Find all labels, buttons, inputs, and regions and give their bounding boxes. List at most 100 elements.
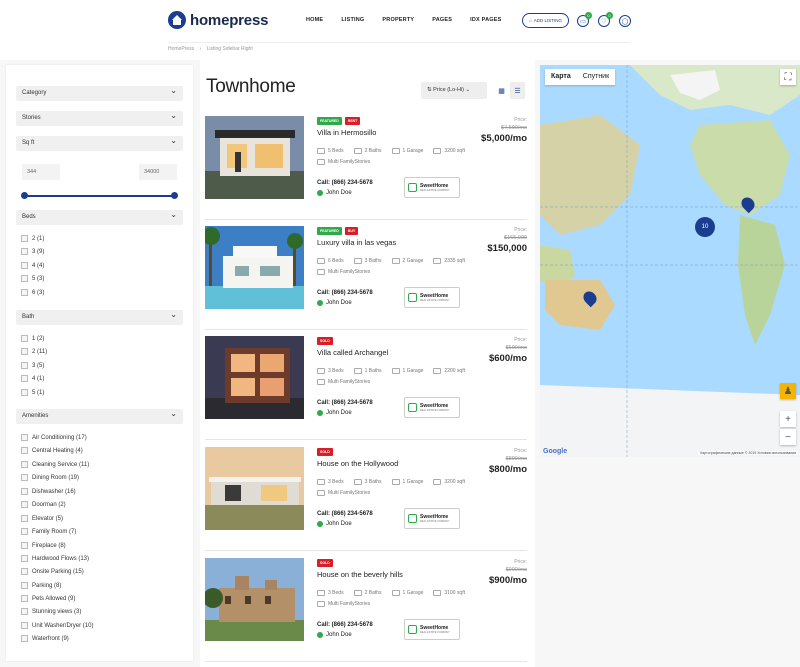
breadcrumb-home[interactable]: HomePress bbox=[168, 46, 194, 52]
checkbox[interactable] bbox=[21, 568, 28, 575]
amenity-option[interactable]: Pets Allowed (9) bbox=[21, 595, 75, 602]
map-cluster-marker[interactable]: 10 bbox=[695, 217, 715, 237]
checkbox[interactable] bbox=[21, 542, 28, 549]
sort-select[interactable]: ⇅ Price (Lo-Hi) ⌄ bbox=[421, 82, 487, 99]
checkbox[interactable] bbox=[21, 235, 28, 242]
sqft-max-input[interactable]: 34000 bbox=[139, 164, 177, 180]
listing-card[interactable]: SOLD House on the Hollywood 3 Beds 3 Bat… bbox=[205, 441, 527, 551]
amenity-option[interactable]: Central Heating (4) bbox=[21, 447, 83, 454]
messages-button[interactable]: ▭ 0 bbox=[577, 12, 592, 27]
fullscreen-button[interactable]: ⛶ bbox=[780, 69, 796, 85]
checkbox[interactable] bbox=[21, 635, 28, 642]
checkbox[interactable] bbox=[21, 335, 28, 342]
checkbox[interactable] bbox=[21, 501, 28, 508]
grid-view-button[interactable]: ▦ bbox=[494, 82, 509, 99]
property-photo[interactable] bbox=[205, 226, 304, 309]
nav-listing[interactable]: LISTING bbox=[341, 17, 364, 23]
agent[interactable]: John Doe bbox=[317, 190, 352, 196]
beds-option[interactable]: 2 (1) bbox=[21, 235, 44, 242]
call-number[interactable]: Call: (866) 234-5678 bbox=[317, 622, 373, 628]
bath-option[interactable]: 5 (1) bbox=[21, 389, 44, 396]
property-photo[interactable] bbox=[205, 336, 304, 419]
amenity-option[interactable]: Family Room (7) bbox=[21, 528, 76, 535]
nav-home[interactable]: HOME bbox=[306, 17, 323, 23]
call-number[interactable]: Call: (866) 234-5678 bbox=[317, 290, 373, 296]
listing-card[interactable]: FEATURED BUY Luxury villa in las vegas 6… bbox=[205, 220, 527, 330]
tab-satellite[interactable]: Спутник bbox=[577, 69, 615, 85]
checkbox[interactable] bbox=[21, 555, 28, 562]
checkbox[interactable] bbox=[21, 622, 28, 629]
checkbox[interactable] bbox=[21, 461, 28, 468]
add-listing-button[interactable]: ⌂ ADD LISTING bbox=[522, 13, 569, 28]
sqft-select[interactable]: Sq ft bbox=[16, 136, 183, 151]
amenity-option[interactable]: Dining Room (19) bbox=[21, 474, 79, 481]
map-attribution[interactable]: Картографические данные © 2019 Условия и… bbox=[698, 451, 798, 455]
zoom-in-button[interactable]: + bbox=[780, 411, 796, 427]
amenity-option[interactable]: Parking (8) bbox=[21, 582, 61, 589]
checkbox[interactable] bbox=[21, 248, 28, 255]
property-photo[interactable] bbox=[205, 447, 304, 530]
agent[interactable]: John Doe bbox=[317, 300, 352, 306]
checkbox[interactable] bbox=[21, 582, 28, 589]
listing-card[interactable]: SOLD Villa called Archangel 3 Beds 1 Bat… bbox=[205, 330, 527, 440]
amenities-select[interactable]: Amenities bbox=[16, 409, 183, 424]
nav-idx-pages[interactable]: IDX PAGES bbox=[470, 17, 501, 23]
agency-logo[interactable]: SweetHome REAL ESTATE COMPANY bbox=[404, 287, 460, 308]
logo[interactable]: homepress bbox=[168, 11, 268, 29]
amenity-option[interactable]: Elevator (5) bbox=[21, 515, 63, 522]
street-view-button[interactable]: ♟ bbox=[780, 383, 796, 399]
world-map[interactable] bbox=[540, 65, 800, 457]
checkbox[interactable] bbox=[21, 595, 28, 602]
amenity-option[interactable]: Waterfront (9) bbox=[21, 635, 69, 642]
agent[interactable]: John Doe bbox=[317, 410, 352, 416]
checkbox[interactable] bbox=[21, 474, 28, 481]
checkbox[interactable] bbox=[21, 389, 28, 396]
amenity-option[interactable]: Stunning views (3) bbox=[21, 608, 81, 615]
listing-title[interactable]: Villa in Hermosillo bbox=[317, 128, 376, 137]
call-number[interactable]: Call: (866) 234-5678 bbox=[317, 180, 373, 186]
checkbox[interactable] bbox=[21, 275, 28, 282]
amenity-option[interactable]: Air Conditioning (17) bbox=[21, 434, 87, 441]
listing-title[interactable]: House on the beverly hills bbox=[317, 570, 403, 579]
checkbox[interactable] bbox=[21, 362, 28, 369]
bath-option[interactable]: 2 (11) bbox=[21, 348, 47, 355]
beds-select[interactable]: Beds bbox=[16, 210, 183, 225]
checkbox[interactable] bbox=[21, 488, 28, 495]
tab-map[interactable]: Карта bbox=[545, 69, 577, 85]
agent[interactable]: John Doe bbox=[317, 521, 352, 527]
amenity-option[interactable]: Fireplace (8) bbox=[21, 542, 66, 549]
checkbox[interactable] bbox=[21, 515, 28, 522]
amenity-option[interactable]: Onsite Parking (15) bbox=[21, 568, 84, 575]
call-number[interactable]: Call: (866) 234-5678 bbox=[317, 511, 373, 517]
agency-logo[interactable]: SweetHome REAL ESTATE COMPANY bbox=[404, 619, 460, 640]
listing-title[interactable]: House on the Hollywood bbox=[317, 459, 398, 468]
checkbox[interactable] bbox=[21, 289, 28, 296]
checkbox[interactable] bbox=[21, 375, 28, 382]
listing-card[interactable]: SOLD House on the beverly hills 3 Beds 2… bbox=[205, 552, 527, 662]
beds-option[interactable]: 4 (4) bbox=[21, 262, 44, 269]
listing-title[interactable]: Villa called Archangel bbox=[317, 348, 388, 357]
amenity-option[interactable]: Cleaning Service (11) bbox=[21, 461, 89, 468]
sqft-min-input[interactable]: 344 bbox=[22, 164, 60, 180]
category-select[interactable]: Category bbox=[16, 86, 183, 101]
amenity-option[interactable]: Doorman (2) bbox=[21, 501, 66, 508]
checkbox[interactable] bbox=[21, 348, 28, 355]
nav-property[interactable]: PROPERTY bbox=[382, 17, 414, 23]
beds-option[interactable]: 6 (3) bbox=[21, 289, 44, 296]
listing-card[interactable]: FEATURED RENT Villa in Hermosillo 5 Beds… bbox=[205, 110, 527, 220]
property-photo[interactable] bbox=[205, 116, 304, 199]
property-photo[interactable] bbox=[205, 558, 304, 641]
checkbox[interactable] bbox=[21, 262, 28, 269]
agent[interactable]: John Doe bbox=[317, 632, 352, 638]
amenity-option[interactable]: Dishwasher (16) bbox=[21, 488, 76, 495]
bath-option[interactable]: 1 (2) bbox=[21, 335, 44, 342]
account-button[interactable]: ◯ bbox=[619, 15, 631, 27]
checkbox[interactable] bbox=[21, 528, 28, 535]
stories-select[interactable]: Stories bbox=[16, 111, 183, 126]
checkbox[interactable] bbox=[21, 447, 28, 454]
bath-option[interactable]: 3 (5) bbox=[21, 362, 44, 369]
beds-option[interactable]: 3 (9) bbox=[21, 248, 44, 255]
checkbox[interactable] bbox=[21, 608, 28, 615]
map[interactable]: Карта Спутник ⛶ 10 ♟ + − Google Картогра… bbox=[540, 65, 800, 457]
listing-title[interactable]: Luxury villa in las vegas bbox=[317, 238, 396, 247]
